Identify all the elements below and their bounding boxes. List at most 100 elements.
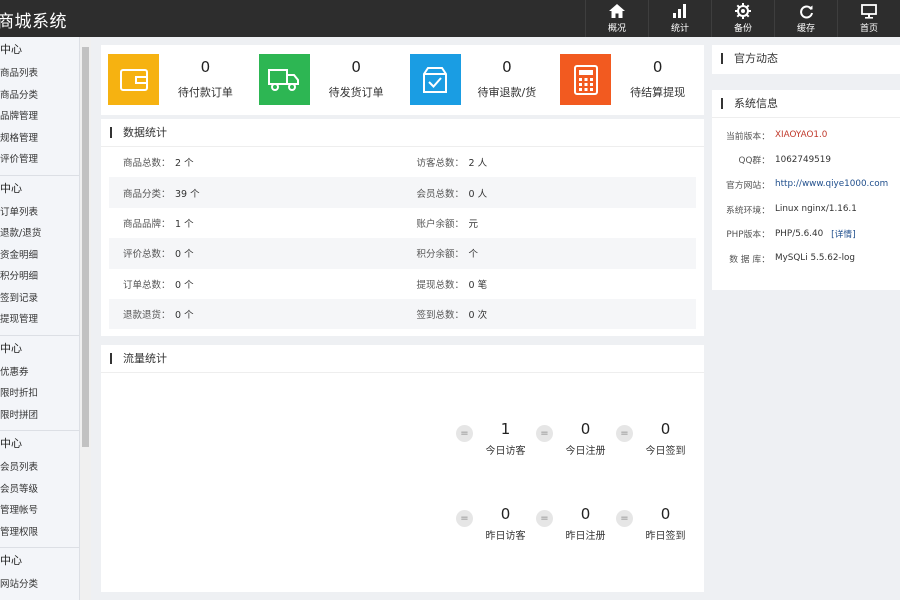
stat-label: 商品总数： bbox=[123, 158, 171, 170]
scrollbar-thumb[interactable] bbox=[82, 47, 89, 447]
nav-label: 概况 bbox=[607, 24, 626, 34]
sidebar: 中心 商品列表 商品分类 品牌管理 规格管理 评价管理 中心 订单列表 退款/退… bbox=[0, 37, 80, 600]
info-value: 1062749519 bbox=[775, 154, 831, 165]
nav-overview[interactable]: 概况 bbox=[585, 0, 648, 37]
traffic-value: 0 bbox=[500, 505, 511, 523]
sidebar-group-title[interactable]: 中心 bbox=[0, 176, 79, 202]
sidebar-group-title[interactable]: 中心 bbox=[0, 431, 79, 457]
sidebar-group-site: 中心 网站分类 bbox=[0, 548, 79, 600]
card-value: 0 bbox=[652, 58, 663, 76]
card-pending-withdraw[interactable]: 0 待结算提现 bbox=[553, 45, 704, 115]
stat-value: 0 人 bbox=[468, 188, 488, 200]
app-title: 商城系统 bbox=[0, 12, 67, 32]
stat-value: 个 bbox=[468, 249, 479, 261]
sidebar-item-site-category[interactable]: 网站分类 bbox=[0, 574, 79, 596]
sidebar-item-member-list[interactable]: 会员列表 bbox=[0, 457, 79, 479]
sidebar-scrollbar[interactable] bbox=[80, 37, 91, 600]
sidebar-item-withdraw[interactable]: 提现管理 bbox=[0, 309, 79, 331]
calculator-icon bbox=[560, 54, 612, 105]
card-label: 待结算提现 bbox=[630, 86, 686, 99]
sidebar-group-title[interactable]: 中心 bbox=[0, 37, 79, 63]
traffic-value: 1 bbox=[500, 420, 511, 438]
stats-table: 商品总数： 2 个 访客总数： 2 人 商品分类： 39 个 会员总数： 0 人 商品品… bbox=[109, 147, 696, 330]
stat-label: 退款退货： bbox=[123, 310, 171, 322]
truck-icon bbox=[258, 54, 310, 105]
stat-label: 账户余额： bbox=[416, 218, 465, 230]
stat-value: 0 笔 bbox=[468, 279, 488, 291]
traffic-grid: = 1 今日访客 = 0 今日注册 = 0 今日签到 = 0 昨日访客 = 0 昨日注册 = 0 昨日签… bbox=[456, 420, 696, 590]
nav-home[interactable]: 首页 bbox=[837, 0, 900, 37]
sidebar-item-groupbuy[interactable]: 限时拼团 bbox=[0, 405, 79, 427]
system-info-row: PHP版本： PHP/5.6.40 [详情] bbox=[712, 221, 900, 246]
nav-label: 缓存 bbox=[796, 24, 815, 34]
php-details-link[interactable]: [详情] bbox=[831, 227, 855, 240]
info-label: 当前版本： bbox=[726, 131, 770, 142]
traffic-value: 0 bbox=[660, 505, 671, 523]
stat-label: 签到总数： bbox=[416, 310, 465, 322]
refresh-icon bbox=[797, 3, 815, 19]
stat-label: 访客总数： bbox=[416, 158, 465, 170]
sidebar-item-admin-perms[interactable]: 管理权限 bbox=[0, 522, 79, 544]
stat-value: 2 个 bbox=[175, 158, 194, 170]
card-label: 待发货订单 bbox=[328, 86, 384, 99]
stat-value: 0 个 bbox=[175, 279, 194, 291]
nav-cache[interactable]: 缓存 bbox=[774, 0, 837, 37]
traffic-label: 今日访客 bbox=[485, 446, 526, 457]
info-value: PHP/5.6.40 bbox=[775, 228, 824, 239]
box-check-icon bbox=[409, 54, 461, 105]
sidebar-group-title[interactable]: 中心 bbox=[0, 548, 79, 574]
system-info-row: 当前版本： XIAOYAO1.0 bbox=[712, 123, 900, 148]
card-label: 待审退款/货 bbox=[477, 86, 537, 99]
traffic-label: 今日签到 bbox=[645, 446, 686, 457]
stat-value: 39 个 bbox=[175, 188, 200, 200]
card-pending-refund[interactable]: 0 待审退款/货 bbox=[403, 45, 554, 115]
sidebar-item-checkin[interactable]: 签到记录 bbox=[0, 288, 79, 310]
sidebar-item-points[interactable]: 积分明细 bbox=[0, 266, 79, 288]
sidebar-item-brand[interactable]: 品牌管理 bbox=[0, 106, 79, 128]
stat-label: 评价总数： bbox=[123, 249, 171, 261]
traffic-label: 昨日访客 bbox=[485, 531, 526, 542]
traffic-item: = 0 昨日注册 bbox=[536, 505, 616, 590]
sidebar-item-goods-list[interactable]: 商品列表 bbox=[0, 63, 79, 85]
info-value: Linux nginx/1.16.1 bbox=[775, 204, 857, 215]
stat-value: 0 个 bbox=[175, 310, 194, 322]
sidebar-item-review[interactable]: 评价管理 bbox=[0, 149, 79, 171]
traffic-label: 昨日注册 bbox=[565, 531, 606, 542]
card-value: 0 bbox=[351, 58, 361, 76]
system-info-list: 当前版本： XIAOYAO1.0 QQ群： 1062749519 官方网站： http… bbox=[712, 118, 900, 271]
system-info-row: 系统环境： Linux nginx/1.16.1 bbox=[712, 197, 900, 222]
traffic-item: = 0 昨日签到 bbox=[616, 505, 696, 590]
panel-title: 流量统计 bbox=[101, 345, 704, 373]
sidebar-group-title[interactable]: 中心 bbox=[0, 336, 79, 362]
website-link[interactable]: http://www.qiye1000.com bbox=[775, 179, 888, 189]
sidebar-item-refund[interactable]: 退款/退货 bbox=[0, 223, 79, 245]
sidebar-group-marketing: 中心 优惠券 限时折扣 限时拼团 bbox=[0, 336, 79, 431]
nav-label: 统计 bbox=[670, 24, 689, 34]
sidebar-item-coupon[interactable]: 优惠券 bbox=[0, 362, 79, 384]
sidebar-item-order-list[interactable]: 订单列表 bbox=[0, 202, 79, 224]
sidebar-item-goods-category[interactable]: 商品分类 bbox=[0, 85, 79, 107]
equals-icon: = bbox=[456, 425, 473, 442]
traffic-value: 0 bbox=[580, 505, 591, 523]
equals-icon: = bbox=[536, 510, 553, 527]
stat-value: 0 次 bbox=[468, 310, 488, 322]
info-label: PHP版本： bbox=[726, 230, 770, 241]
nav-backup[interactable]: 备份 bbox=[711, 0, 774, 37]
bar-chart-icon bbox=[671, 3, 689, 19]
stat-label: 订单总数： bbox=[123, 279, 171, 291]
traffic-item: = 0 昨日访客 bbox=[456, 505, 536, 590]
nav-stats[interactable]: 统计 bbox=[648, 0, 711, 37]
traffic-label: 今日注册 bbox=[565, 446, 606, 457]
panel-title: 官方动态 bbox=[712, 45, 900, 73]
sidebar-item-discount[interactable]: 限时折扣 bbox=[0, 383, 79, 405]
stat-value: 元 bbox=[468, 218, 479, 230]
stat-label: 提现总数： bbox=[416, 279, 465, 291]
card-pending-shipment[interactable]: 0 待发货订单 bbox=[252, 45, 403, 115]
system-info-row: 官方网站： http://www.qiye1000.com bbox=[712, 172, 900, 197]
card-pending-payment[interactable]: 0 待付款订单 bbox=[101, 45, 252, 115]
sidebar-item-member-level[interactable]: 会员等级 bbox=[0, 479, 79, 501]
sidebar-item-admin-accounts[interactable]: 管理帐号 bbox=[0, 500, 79, 522]
equals-icon: = bbox=[456, 510, 473, 527]
sidebar-item-spec[interactable]: 规格管理 bbox=[0, 128, 79, 150]
sidebar-item-funds[interactable]: 资金明细 bbox=[0, 245, 79, 267]
